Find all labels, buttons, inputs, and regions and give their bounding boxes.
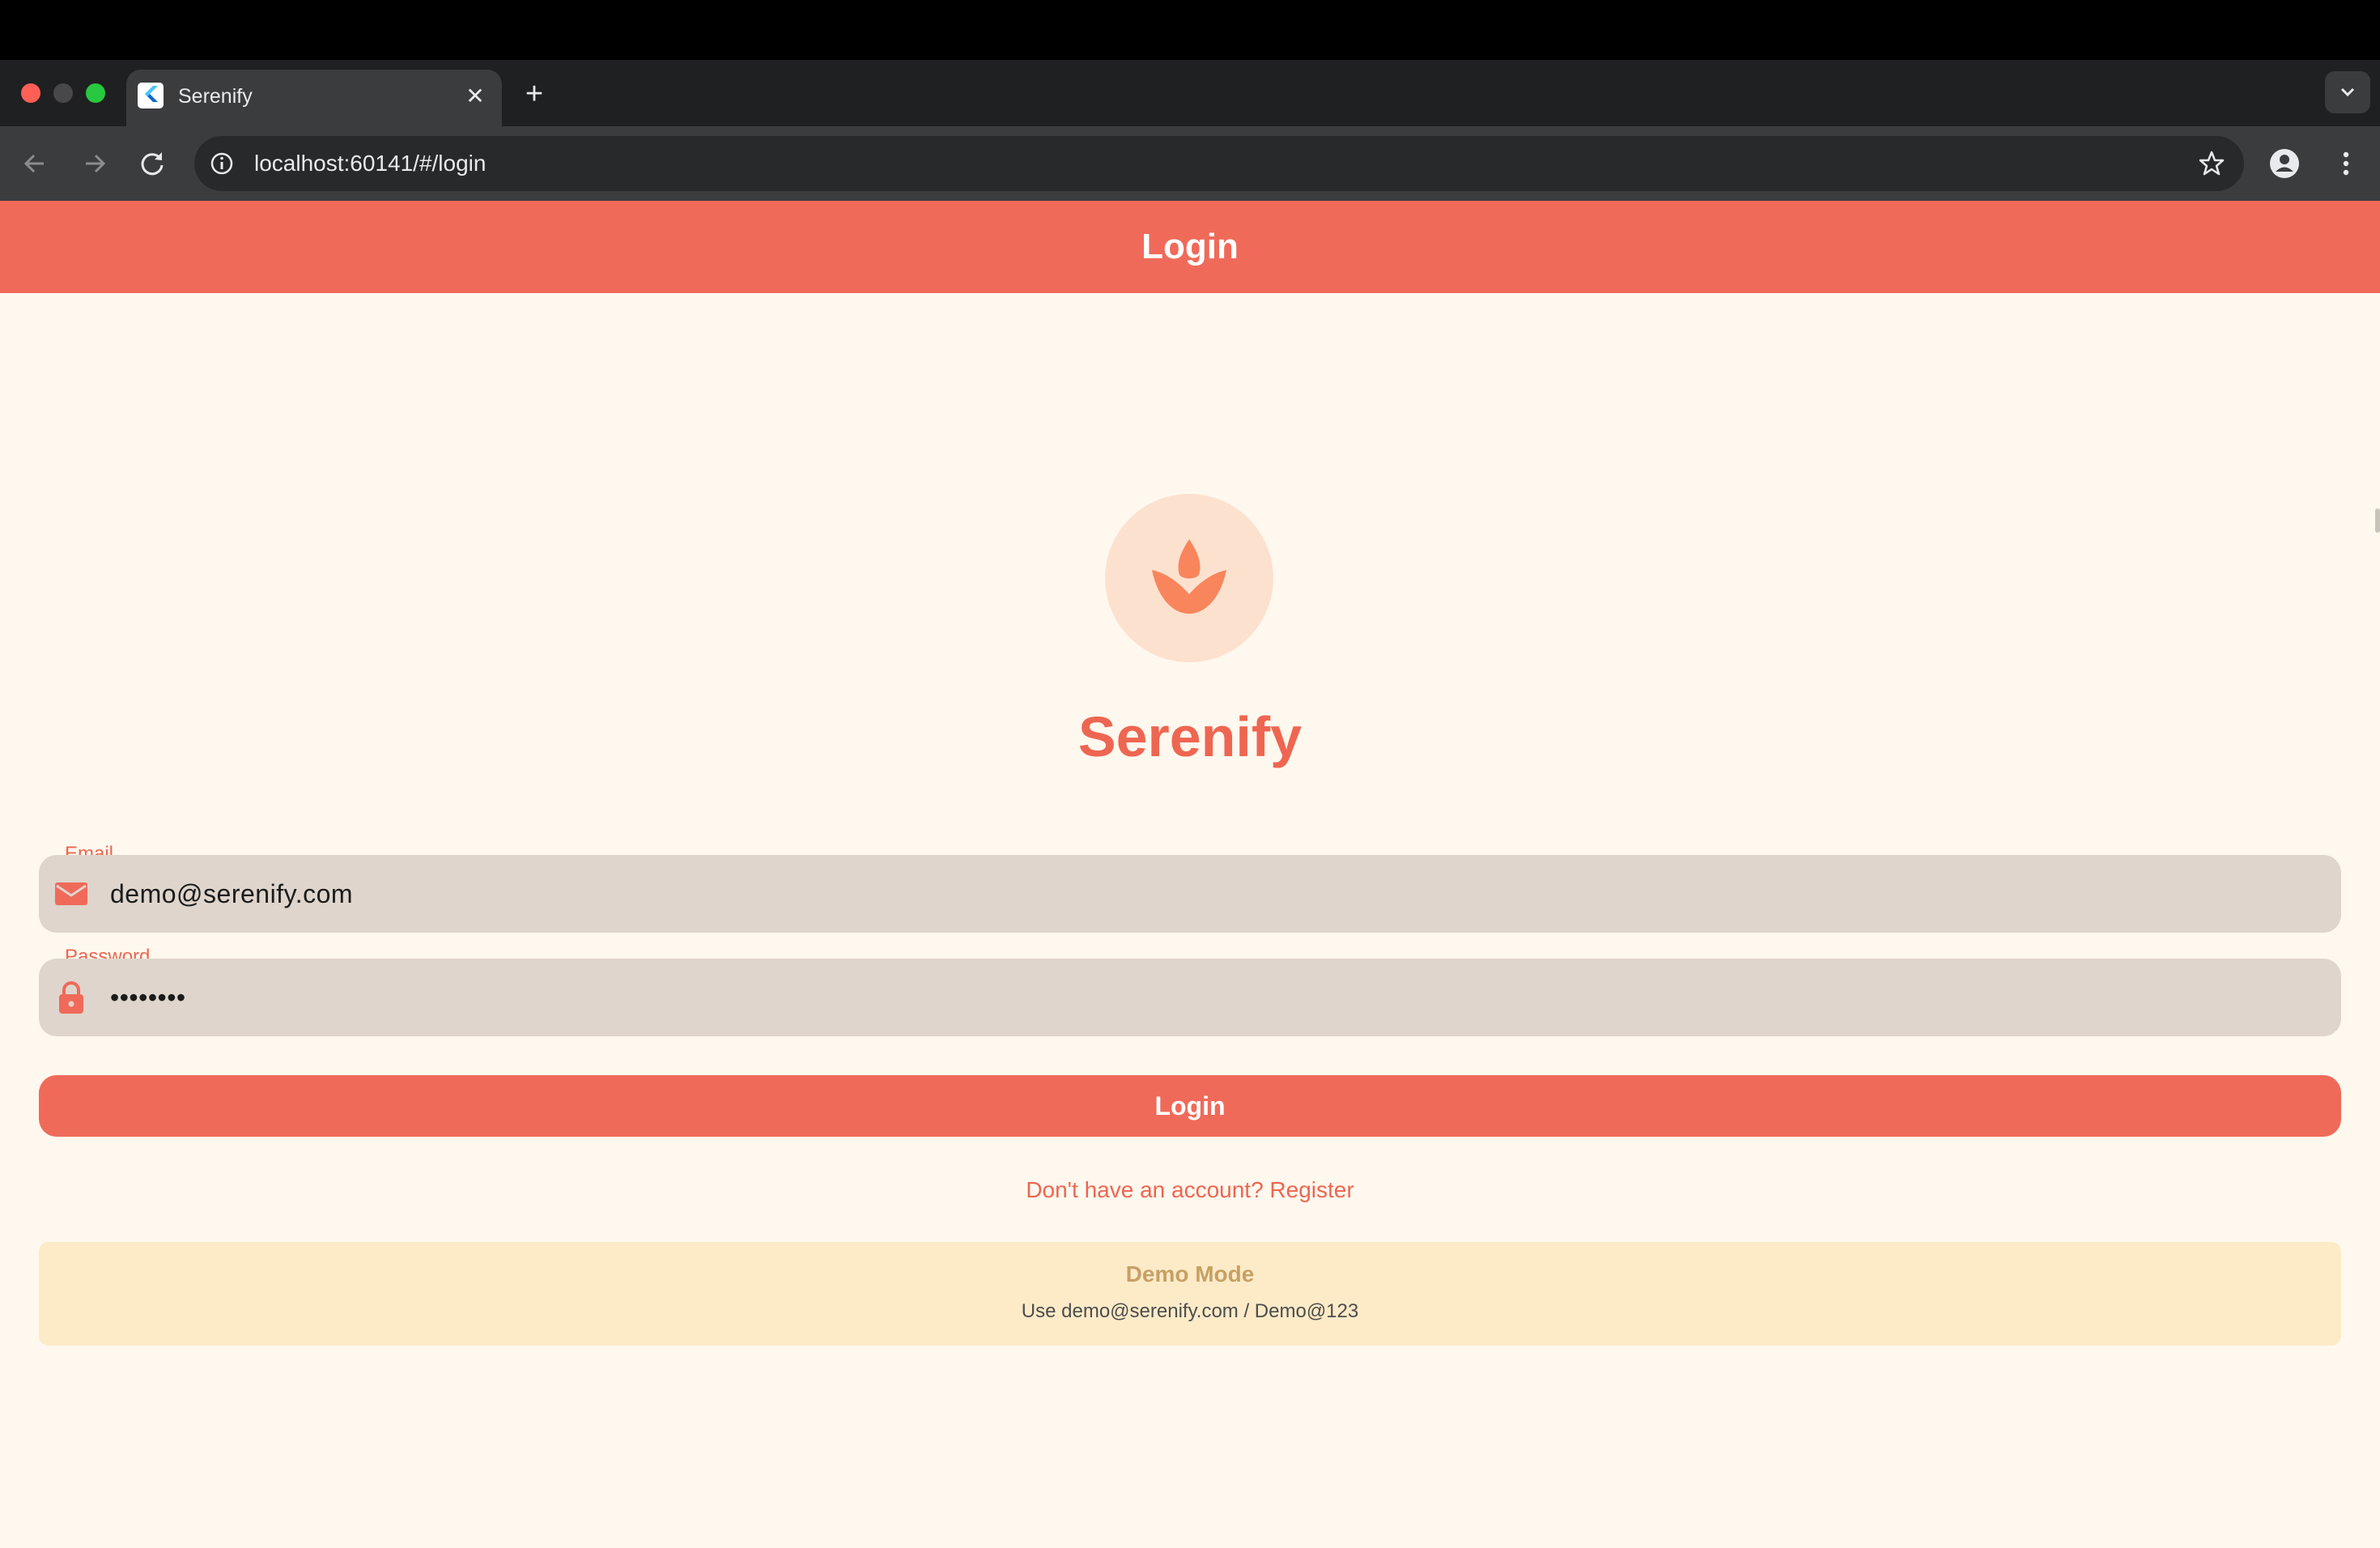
window-zoom-button[interactable]	[86, 83, 105, 103]
scrollbar[interactable]	[2375, 508, 2380, 533]
chevron-down-icon	[2340, 87, 2355, 97]
email-value[interactable]: demo@serenify.com	[110, 855, 353, 933]
flutter-favicon-icon	[138, 83, 164, 108]
browser-tab[interactable]: Serenify ✕	[126, 70, 502, 126]
reload-icon	[141, 152, 164, 176]
new-tab-button[interactable]: +	[518, 78, 550, 110]
window-minimize-button[interactable]	[53, 83, 73, 103]
register-link[interactable]: Don't have an account? Register	[0, 1174, 2380, 1206]
email-field[interactable]: demo@serenify.com	[39, 855, 2341, 933]
demo-credentials: Use demo@serenify.com / Demo@123	[1021, 1300, 1359, 1322]
address-bar[interactable]: localhost:60141/#/login	[194, 136, 2244, 191]
lotus-icon	[1152, 539, 1226, 614]
window-close-button[interactable]	[21, 83, 40, 103]
screen-top-bar	[0, 0, 2380, 60]
app-name: Serenify	[1077, 705, 1303, 768]
back-button[interactable]	[16, 144, 55, 183]
profile-icon[interactable]	[2268, 147, 2301, 180]
arrow-right-icon	[86, 154, 106, 173]
app-bar: Login	[0, 201, 2380, 293]
reload-button[interactable]	[133, 144, 172, 183]
mail-icon	[55, 882, 87, 905]
demo-mode-banner: Demo Mode Use demo@serenify.com / Demo@1…	[39, 1242, 2341, 1346]
demo-title: Demo Mode	[1125, 1261, 1255, 1286]
arrow-left-icon	[23, 154, 44, 173]
tab-close-icon[interactable]: ✕	[463, 84, 487, 108]
tab-search-button[interactable]	[2325, 71, 2370, 113]
password-value[interactable]: ••••••••	[110, 959, 186, 1036]
app-logo	[1105, 494, 1273, 662]
bookmark-star-icon[interactable]	[2195, 147, 2228, 180]
page-title: Login	[1141, 227, 1239, 266]
more-options-icon[interactable]	[2328, 146, 2364, 181]
tab-title: Serenify	[178, 85, 253, 108]
site-info-icon[interactable]	[207, 149, 236, 178]
password-field[interactable]: ••••••••	[39, 959, 2341, 1036]
login-button[interactable]: Login	[39, 1075, 2341, 1137]
forward-button[interactable]	[74, 144, 113, 183]
lock-icon	[59, 981, 83, 1014]
url-text[interactable]: localhost:60141/#/login	[254, 147, 486, 180]
